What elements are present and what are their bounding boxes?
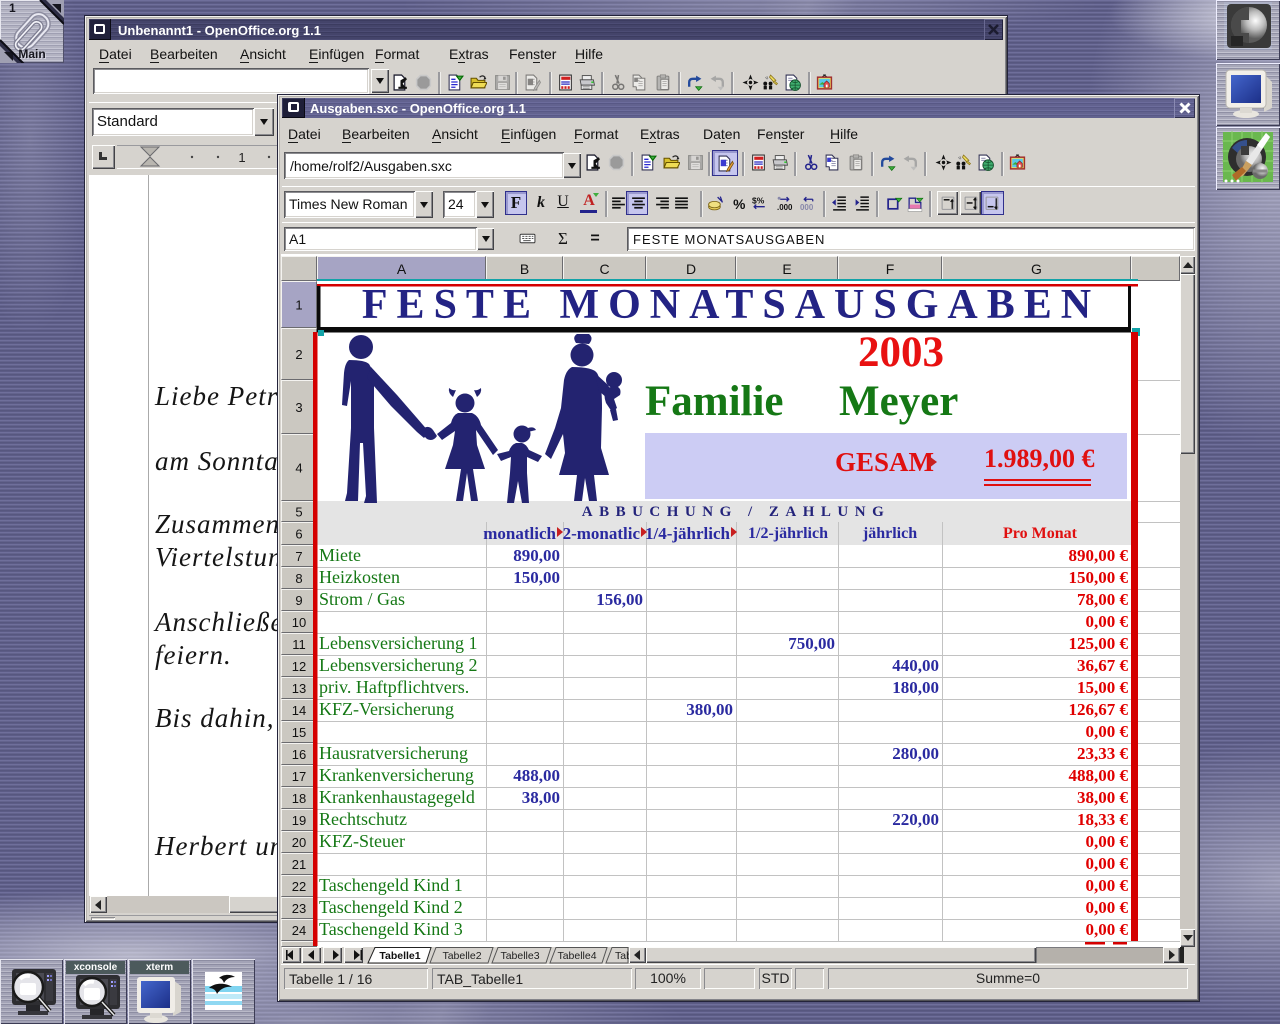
svg-text:5: 5 — [295, 505, 302, 520]
svg-text:G: G — [1031, 261, 1042, 277]
svg-text:Tabelle4: Tabelle4 — [557, 950, 596, 962]
svg-text:D: D — [686, 261, 696, 277]
svg-text:Tabelle1: Tabelle1 — [379, 950, 420, 962]
svg-text:A: A — [397, 261, 407, 277]
svg-text:12: 12 — [292, 659, 306, 674]
svg-text:4: 4 — [295, 461, 302, 476]
svg-text:Tabelle3: Tabelle3 — [500, 950, 539, 962]
svg-text:13: 13 — [292, 681, 306, 696]
svg-text:18: 18 — [292, 791, 306, 806]
svg-text:24: 24 — [292, 923, 306, 938]
svg-text:8: 8 — [295, 571, 302, 586]
svg-text:3: 3 — [295, 400, 302, 415]
svg-text:16: 16 — [292, 747, 306, 762]
svg-text:20: 20 — [292, 835, 306, 850]
svg-text:6: 6 — [295, 527, 302, 542]
svg-text:10: 10 — [292, 615, 306, 630]
svg-text:1: 1 — [295, 298, 302, 313]
svg-text:F: F — [886, 261, 895, 277]
svg-text:21: 21 — [292, 857, 306, 872]
svg-text:22: 22 — [292, 879, 306, 894]
svg-text:E: E — [782, 261, 791, 277]
svg-text:7: 7 — [295, 549, 302, 564]
svg-text:23: 23 — [292, 901, 306, 916]
svg-text:19: 19 — [292, 813, 306, 828]
svg-text:C: C — [599, 261, 609, 277]
svg-text:15: 15 — [292, 725, 306, 740]
svg-text:B: B — [520, 261, 529, 277]
svg-text:9: 9 — [295, 593, 302, 608]
svg-text:2: 2 — [295, 347, 302, 362]
svg-text:14: 14 — [292, 703, 306, 718]
svg-text:17: 17 — [292, 769, 306, 784]
svg-text:11: 11 — [292, 637, 306, 652]
svg-text:Tabelle2: Tabelle2 — [442, 950, 481, 962]
svg-text:1: 1 — [238, 150, 245, 165]
